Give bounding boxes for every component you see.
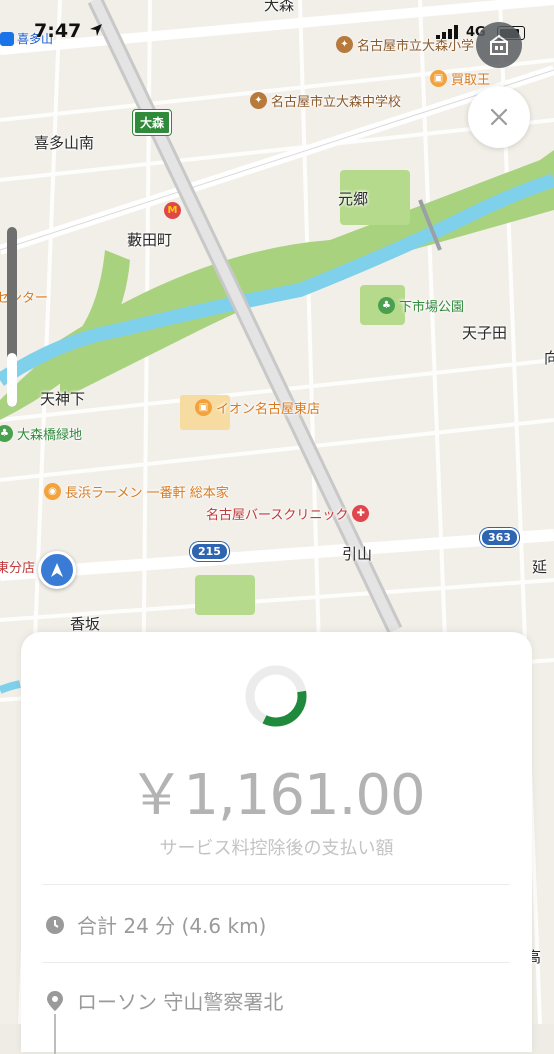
map-label-kitayamaminami: 喜多山南 <box>34 134 95 152</box>
map-label-yabutacho: 藪田町 <box>127 231 173 249</box>
mcdonalds-icon: M <box>164 202 181 219</box>
zoom-slider[interactable] <box>7 227 17 407</box>
poi-clinic[interactable]: 名古屋バースクリニック ✚ <box>206 504 370 523</box>
back-app-icon <box>0 31 14 46</box>
navigation-arrow-icon <box>51 563 63 577</box>
poi-omori-junior-high[interactable]: ✦ 名古屋市立大森中学校 <box>250 91 401 110</box>
divider <box>42 962 510 963</box>
zoom-slider-fill <box>7 353 17 407</box>
medical-icon: ✚ <box>352 505 370 522</box>
status-time: 7:47 <box>34 20 104 42</box>
status-bar: 喜多山 7:47 4G <box>0 0 554 50</box>
route-connector-line <box>54 1014 56 1054</box>
shopping-bag-icon: ▣ <box>195 399 212 416</box>
close-button[interactable] <box>468 86 530 148</box>
clock-icon <box>45 915 65 935</box>
poi-aeon[interactable]: ▣ イオン名古屋東店 <box>195 398 320 417</box>
pickup-location: ローソン 守山警察署北 <box>77 990 284 1014</box>
trip-duration: 合計 24 分 (4.6 km) <box>77 914 267 938</box>
fare-subtitle: サービス料控除後の支払い額 <box>159 838 394 859</box>
shopping-icon: ▣ <box>430 70 447 87</box>
close-icon <box>490 108 508 126</box>
location-arrow-icon <box>89 24 102 36</box>
poi-shimoichiba-park[interactable]: ♣ 下市場公園 <box>378 296 464 315</box>
mcdonalds-poi[interactable]: M <box>164 202 181 219</box>
current-location-marker[interactable] <box>38 551 76 589</box>
trip-duration-row: 合計 24 分 (4.6 km) <box>45 910 266 939</box>
map-label-kousaka: 香坂 <box>70 615 101 633</box>
divider <box>42 884 510 885</box>
poi-kaitori[interactable]: ▣ 買取王 <box>430 69 490 88</box>
map-label-nobu: 延 <box>532 558 548 576</box>
pickup-location-row: ローソン 守山警察署北 <box>45 986 283 1015</box>
fare-summary-card: ￥1,161.00 サービス料控除後の支払い額 合計 24 分 (4.6 km)… <box>21 632 532 1054</box>
route-shield-363: 363 <box>480 528 519 547</box>
school-icon: ✦ <box>250 92 267 109</box>
building-icon <box>490 34 508 55</box>
signal-bars-icon <box>436 25 458 39</box>
poi-omori-green[interactable]: ♣ 大森橋緑地 <box>0 424 82 443</box>
park-tree-icon: ♣ <box>378 297 395 314</box>
restaurant-icon: ◉ <box>44 483 61 500</box>
loading-spinner <box>245 665 307 727</box>
location-pin-icon <box>45 990 65 1011</box>
map-label-amagoda: 天子田 <box>462 324 508 342</box>
poi-ramen[interactable]: ◉ 長浜ラーメン 一番軒 総本家 <box>44 482 229 501</box>
exit-sign-omori: 大森 <box>133 110 172 135</box>
fare-amount: ￥1,161.00 <box>128 763 425 828</box>
map-label-edge-mu: 向 <box>544 349 554 367</box>
poi-higashi-branch[interactable]: 東分店 <box>0 557 35 576</box>
map-label-tenjinshita: 天神下 <box>40 390 86 408</box>
map-mode-button[interactable] <box>476 22 522 68</box>
park-tree-icon: ♣ <box>0 425 13 442</box>
map-label-motogo: 元郷 <box>338 190 369 208</box>
route-shield-215: 215 <box>190 542 229 561</box>
map-label-hikiyama: 引山 <box>342 545 373 563</box>
